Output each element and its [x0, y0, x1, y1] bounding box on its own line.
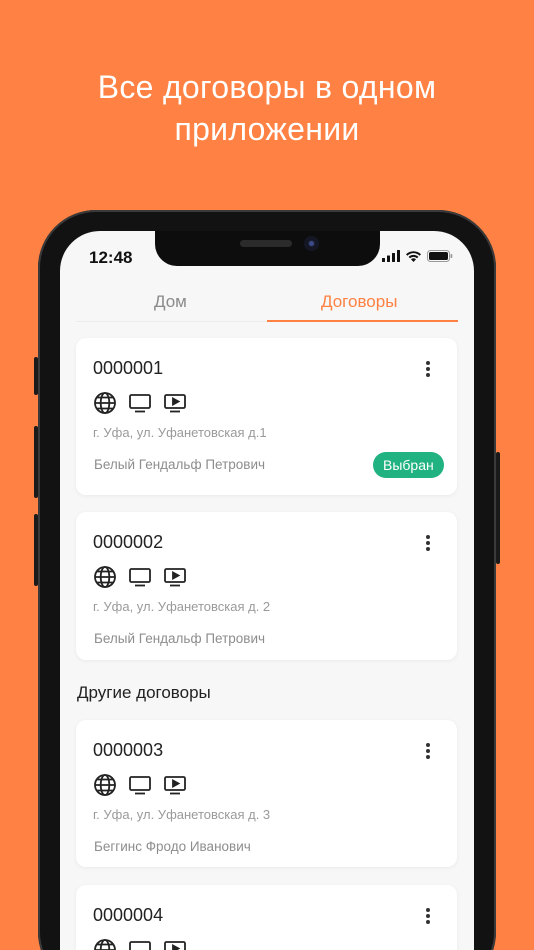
contract-card[interactable]: 0000001 г. Уфа, ул. Уфанетовская д.1 Бел… [76, 338, 457, 495]
tv-icon [128, 938, 152, 950]
video-play-icon [163, 565, 187, 589]
video-play-icon [163, 938, 187, 950]
front-camera [304, 236, 319, 251]
battery-icon [427, 250, 453, 262]
tab-active-indicator [267, 320, 458, 322]
video-play-icon [163, 391, 187, 415]
promo-title-line2: приложении [174, 111, 360, 147]
tab-contracts[interactable]: Договоры [321, 292, 397, 312]
globe-icon [93, 565, 117, 589]
more-menu-icon[interactable] [419, 358, 437, 380]
speaker-grille [240, 240, 292, 247]
contract-number: 0000001 [93, 358, 164, 378]
contract-number: 0000003 [93, 740, 164, 760]
more-menu-icon[interactable] [419, 905, 437, 927]
tab-home[interactable]: Дом [154, 292, 187, 312]
cellular-signal-icon [382, 250, 400, 262]
more-menu-icon[interactable] [419, 532, 437, 554]
other-contracts-title: Другие договоры [77, 683, 211, 702]
tv-icon [128, 565, 152, 589]
contract-card[interactable]: 0000003 г. Уфа, ул. Уфанетовская д. 3 Бе… [76, 720, 457, 867]
service-icons [93, 938, 187, 950]
contract-card[interactable]: 0000004 [76, 885, 457, 950]
mute-switch [34, 357, 38, 395]
status-time: 12:48 [89, 248, 133, 267]
globe-icon [93, 938, 117, 950]
contract-address: г. Уфа, ул. Уфанетовская д. 3 [93, 807, 271, 822]
promo-title-line1: Все договоры в одном [97, 69, 437, 105]
tv-icon [128, 773, 152, 797]
contract-owner: Белый Гендальф Петрович [94, 457, 266, 472]
tv-icon [128, 391, 152, 415]
power-button [496, 452, 500, 564]
volume-down-button [34, 514, 38, 586]
service-icons [93, 391, 187, 415]
selected-badge: Выбран [373, 452, 444, 478]
wifi-icon [406, 251, 421, 262]
notch [155, 231, 380, 266]
promo-title: Все договоры в одном приложении [0, 66, 534, 150]
service-icons [93, 565, 187, 589]
more-menu-icon[interactable] [419, 740, 437, 762]
globe-icon [93, 773, 117, 797]
contract-card[interactable]: 0000002 г. Уфа, ул. Уфанетовская д. 2 Бе… [76, 512, 457, 660]
volume-up-button [34, 426, 38, 498]
contract-number: 0000004 [93, 905, 164, 925]
service-icons [93, 773, 187, 797]
contract-owner: Белый Гендальф Петрович [94, 631, 266, 646]
status-icons [382, 249, 453, 263]
globe-icon [93, 391, 117, 415]
tab-bar: Дом Договоры [76, 292, 458, 322]
video-play-icon [163, 773, 187, 797]
contract-owner: Беггинс Фродо Иванович [94, 839, 251, 854]
contract-address: г. Уфа, ул. Уфанетовская д.1 [93, 425, 267, 440]
contract-address: г. Уфа, ул. Уфанетовская д. 2 [93, 599, 271, 614]
contract-number: 0000002 [93, 532, 164, 552]
